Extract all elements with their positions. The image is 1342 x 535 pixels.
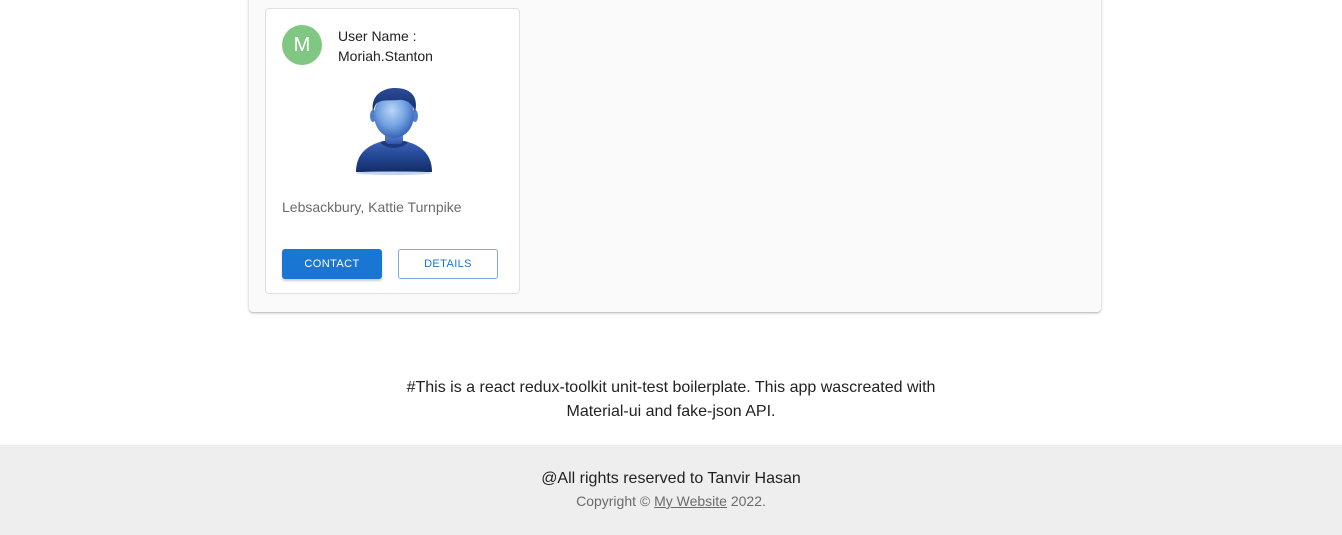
description-line-1: #This is a react redux-toolkit unit-test…	[406, 379, 936, 396]
copyright-prefix: Copyright ©	[576, 493, 651, 509]
contact-button[interactable]: CONTACT	[282, 249, 382, 279]
page: M User Name : Moriah.Stanton Lebsackbury…	[0, 0, 1342, 535]
user-address: Lebsackbury, Kattie Turnpike	[282, 199, 462, 215]
user-card: M User Name : Moriah.Stanton Lebsackbury…	[265, 8, 520, 294]
my-website-link[interactable]: My Website	[654, 493, 727, 509]
copyright-year: 2022.	[730, 493, 766, 509]
user-name-label: User Name :	[338, 28, 417, 44]
footer: @All rights reserved to Tanvir Hasan Cop…	[0, 445, 1342, 535]
description-line-2: Material-ui and fake-json API.	[566, 403, 776, 420]
user-name-block: User Name : Moriah.Stanton	[338, 26, 433, 66]
user-silhouette-icon	[356, 88, 432, 175]
avatar: M	[282, 25, 322, 65]
details-button[interactable]: DETAILS	[398, 249, 498, 279]
footer-rights: @All rights reserved to Tanvir Hasan	[541, 470, 801, 487]
app-description: #This is a react redux-toolkit unit-test…	[0, 376, 1342, 424]
footer-copyright: Copyright © My Website 2022.	[0, 493, 1342, 509]
user-name-value: Moriah.Stanton	[338, 48, 433, 64]
